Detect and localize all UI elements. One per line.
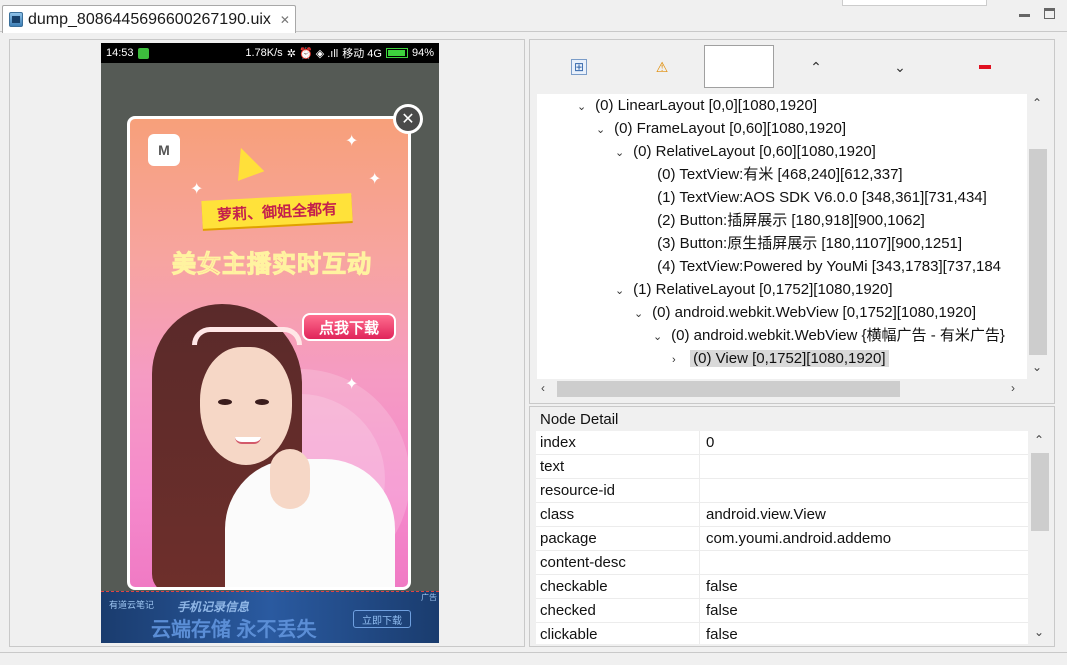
status-time: 14:53: [106, 47, 134, 59]
tree-node[interactable]: (3) Button:原生插屏展示 [180,1107][900,1251]: [639, 232, 962, 255]
ad-model-hand: [270, 449, 310, 509]
detail-row[interactable]: checkable false: [536, 575, 1028, 599]
node-detail-title: Node Detail: [540, 411, 619, 428]
detail-row[interactable]: index 0: [536, 431, 1028, 455]
scrollbar-thumb[interactable]: [1031, 453, 1049, 531]
tree-node[interactable]: ⌄ (0) FrameLayout [0,60][1080,1920]: [596, 117, 846, 140]
detail-row[interactable]: clickable false: [536, 623, 1028, 644]
battery-icon: [385, 48, 408, 58]
tab-close-icon[interactable]: ✕: [280, 13, 290, 27]
sparkle-icon: ✦: [345, 133, 359, 150]
remove-icon[interactable]: [977, 59, 993, 75]
tree-node[interactable]: (0) TextView:有米 [468,240][612,337]: [639, 163, 902, 186]
bottom-banner-ad[interactable]: 有道云笔记 手机记录信息 云端存储 永不丢失 立即下载 广告: [101, 591, 439, 643]
tree-node[interactable]: ⌄ (0) LinearLayout [0,0][1080,1920]: [577, 94, 817, 117]
chevron-right-icon[interactable]: ›: [672, 349, 686, 372]
node-detail-table[interactable]: index 0 text resource-id class android.vie…: [536, 431, 1028, 644]
network-speed: 1.78K/s: [245, 47, 283, 59]
lightning-icon: [227, 143, 265, 181]
scroll-up-icon[interactable]: ⌃: [1034, 433, 1044, 447]
uix-file-icon: [9, 12, 23, 27]
detail-row[interactable]: checked false: [536, 599, 1028, 623]
ad-model-face: [200, 347, 292, 465]
window-controls: [1019, 8, 1055, 19]
scroll-down-icon[interactable]: ⌄: [1034, 625, 1044, 639]
maximize-icon[interactable]: [1044, 8, 1055, 19]
detail-row[interactable]: package com.youmi.android.addemo: [536, 527, 1028, 551]
banner-slogan: 云端存储 永不丢失: [151, 619, 317, 641]
toolbar-blank-button[interactable]: [704, 45, 774, 88]
sparkle-icon: ✦: [190, 181, 204, 198]
scroll-left-icon[interactable]: ‹: [541, 381, 545, 395]
tree-horizontal-scrollbar[interactable]: ‹ ›: [537, 379, 1027, 399]
app-logo-icon: M: [148, 134, 180, 166]
chevron-down-icon[interactable]: ⌄: [596, 119, 610, 142]
interstitial-ad[interactable]: M ✦ ✦ ✦ ✦ ✦ ✦ 萝莉、御姐全都有 美女主播实时互动 点我下载: [127, 116, 411, 590]
tree-node[interactable]: ⌄ (0) RelativeLayout [0,60][1080,1920]: [615, 140, 876, 163]
expand-all-icon[interactable]: ⊞: [571, 59, 587, 75]
tree-node[interactable]: (1) TextView:AOS SDK V6.0.0 [348,361][73…: [639, 186, 987, 209]
detail-vertical-scrollbar[interactable]: ⌃ ⌄: [1029, 431, 1051, 644]
banner-brand: 有道云笔记: [109, 600, 155, 610]
chevron-down-icon[interactable]: ⌄: [634, 303, 648, 326]
chevron-up-icon[interactable]: ⌃: [808, 59, 824, 75]
status-icons: ✲ ⏰ ◈ .ıll: [286, 47, 339, 60]
scroll-up-icon[interactable]: ⌃: [1032, 96, 1042, 110]
banner-ad-tag: 广告: [421, 593, 437, 602]
ad-headline: 美女主播实时互动: [172, 251, 372, 279]
battery-percent: 94%: [411, 47, 434, 59]
chevron-down-icon[interactable]: ⌄: [653, 326, 667, 349]
scroll-right-icon[interactable]: ›: [1011, 381, 1015, 395]
device-screenshot-panel: 14:53 1.78K/s ✲ ⏰ ◈ .ıll 移动 4G 94% M ✦ ✦…: [9, 39, 525, 647]
scroll-down-icon[interactable]: ⌄: [1032, 360, 1042, 374]
close-icon: ✕: [396, 107, 420, 131]
editor-tab[interactable]: dump_8086445696600267190.uix ✕: [2, 5, 296, 33]
phone-screen[interactable]: 14:53 1.78K/s ✲ ⏰ ◈ .ıll 移动 4G 94% M ✦ ✦…: [101, 43, 439, 643]
chevron-down-icon[interactable]: ⌄: [615, 280, 629, 303]
node-detail-panel: Node Detail index 0 text resource-id clas…: [529, 406, 1055, 647]
ad-banner-text: 萝莉、御姐全都有: [201, 193, 353, 229]
tree-node[interactable]: ⌄ (0) android.webkit.WebView {横幅广告 - 有米广…: [653, 324, 1005, 347]
tree-node[interactable]: (4) TextView:Powered by YouMi [343,1783]…: [639, 255, 1001, 278]
bottom-status-strip: [0, 652, 1067, 665]
warning-icon[interactable]: ⚠: [654, 59, 670, 75]
scrollbar-thumb[interactable]: [1029, 149, 1047, 355]
sparkle-icon: ✦: [368, 171, 382, 188]
ad-model-headband: [192, 327, 302, 345]
hierarchy-tree[interactable]: ⌄ (0) LinearLayout [0,0][1080,1920] ⌄ (0…: [537, 94, 1027, 379]
detail-row[interactable]: class android.view.View: [536, 503, 1028, 527]
sparkle-icon: ✦: [345, 376, 359, 393]
android-status-bar: 14:53 1.78K/s ✲ ⏰ ◈ .ıll 移动 4G 94%: [101, 43, 439, 63]
detail-row[interactable]: text: [536, 455, 1028, 479]
carrier-label: 移动 4G: [342, 48, 382, 60]
chevron-down-icon[interactable]: ⌄: [615, 142, 629, 165]
tree-node[interactable]: (2) Button:插屏展示 [180,918][900,1062]: [639, 209, 925, 232]
tree-node[interactable]: ⌄ (1) RelativeLayout [0,1752][1080,1920]: [615, 278, 893, 301]
banner-cta-button[interactable]: 立即下载: [353, 610, 411, 628]
editor-tab-bar: dump_8086445696600267190.uix ✕: [0, 0, 1067, 33]
detail-row[interactable]: content-desc: [536, 551, 1028, 575]
tree-node[interactable]: ⌄ (0) android.webkit.WebView [0,1752][10…: [634, 301, 976, 324]
ad-model-eye: [255, 399, 269, 405]
ad-model-mouth: [235, 437, 261, 444]
chevron-down-icon[interactable]: ⌄: [892, 59, 908, 75]
hierarchy-toolbar: ⊞ ⚠ ⌃ ⌄: [530, 40, 1054, 94]
tree-vertical-scrollbar[interactable]: ⌃ ⌄: [1027, 94, 1049, 379]
tab-title: dump_8086445696600267190.uix: [28, 10, 271, 28]
chevron-down-icon[interactable]: ⌄: [577, 96, 591, 119]
top-strip: [842, 0, 987, 6]
minimize-icon[interactable]: [1019, 14, 1030, 17]
tree-node-selected[interactable]: › (0) View [0,1752][1080,1920]: [672, 347, 889, 370]
hierarchy-panel: ⊞ ⚠ ⌃ ⌄ ⌄ (0) LinearLayout [0,0][1080,19…: [529, 39, 1055, 404]
ad-close-button[interactable]: ✕: [393, 104, 423, 134]
ad-model-body: [225, 459, 395, 587]
scrollbar-thumb[interactable]: [557, 381, 900, 397]
detail-row[interactable]: resource-id: [536, 479, 1028, 503]
ad-model-eye: [218, 399, 232, 405]
ad-download-button[interactable]: 点我下载: [302, 313, 396, 341]
notification-icon: [137, 47, 149, 59]
